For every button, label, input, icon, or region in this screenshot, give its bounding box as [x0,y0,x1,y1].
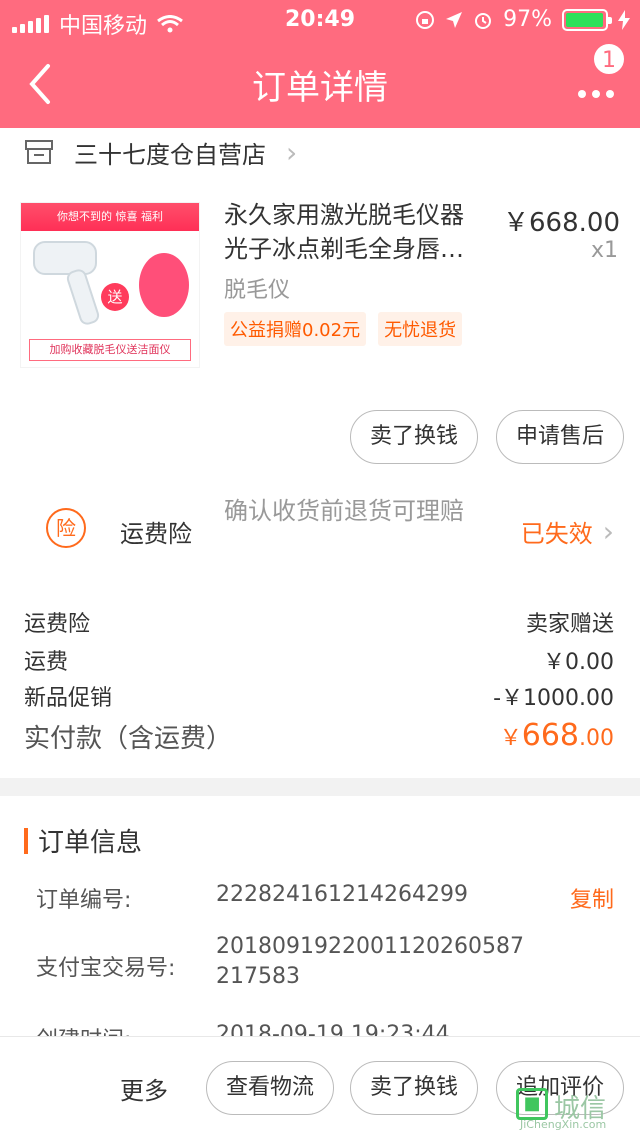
order-info-heading: 订单信息 [24,822,142,859]
summary-label: 运费 [24,650,69,675]
shop-name: 三十七度仓自营店 [74,140,266,169]
shop-icon [25,140,53,164]
device-handle-illustration [64,267,102,327]
total-amount: ￥668.00 [500,718,614,755]
more-actions-button[interactable]: 更多 [120,1071,168,1106]
summary-label: 运费险 [24,612,91,637]
alarm-icon [475,12,492,29]
image-caption: 加购收藏脱毛仪送洁面仪 [29,339,191,361]
nav-bar: 订单详情 1 [0,40,640,128]
watermark: ■ 城信 JiChengXin.com [516,1088,634,1132]
product-sku: 脱毛仪 [224,278,291,303]
product-title[interactable]: 永久家用激光脱毛仪器 光子冰点剃毛全身唇… [224,198,494,266]
view-logistics-button[interactable]: 查看物流 [206,1061,334,1115]
product-image[interactable]: 你想不到的 惊喜 福利 送 加购收藏脱毛仪送洁面仪 [20,202,200,368]
summary-row: 运费 ￥0.00 [24,644,614,676]
image-banner: 你想不到的 惊喜 福利 [21,203,199,231]
order-number-label: 订单编号: [36,888,132,913]
charging-icon [618,9,630,30]
insurance-label: 运费险 [120,520,192,548]
battery-icon [562,8,612,31]
summary-label: 新品促销 [24,686,113,711]
rotation-lock-icon [416,10,435,29]
product-price: ￥668.00 [503,208,620,238]
alipay-number-label: 支付宝交易号: [36,956,176,981]
alipay-number-line1: 2018091922001120260587 [216,934,524,959]
total-label: 实付款（含运费） [24,724,233,754]
order-number-value: 222824161214264299 [216,882,468,907]
summary-row: 新品促销 -￥1000.00 [24,680,614,712]
order-info-section: 订单信息 订单编号: 222824161214264299 复制 支付宝交易号:… [0,796,640,1036]
order-card: 三十七度仓自营店 › 你想不到的 惊喜 福利 送 加购收藏脱毛仪送洁面仪 永久家… [0,128,640,778]
created-time-value: 2018-09-19 19:23:44 [216,1022,450,1036]
total-currency: ￥ [499,726,522,751]
summary-row: 运费险 卖家赠送 [24,606,614,638]
gift-badge: 送 [101,283,129,311]
alipay-number-line2: 217583 [216,964,300,989]
free-return-tag: 无忧退货 [378,312,463,346]
insurance-description: 确认收货前退货可理赔 [224,497,464,525]
notification-badge: 1 [592,42,626,76]
copy-button[interactable]: 复制 [570,882,614,914]
after-sales-button[interactable]: 申请售后 [496,410,624,464]
product-quantity: x1 [590,238,618,263]
resell-button-bottom[interactable]: 卖了换钱 [350,1061,478,1115]
insurance-status-text: 已失效 [520,520,593,548]
heading-accent-bar [24,827,28,854]
summary-value: ￥0.00 [543,650,614,675]
battery-percent: 97% [503,7,552,32]
charity-tag: 公益捐赠0.02元 [224,312,367,346]
chevron-right-icon: › [602,515,614,548]
insurance-status[interactable]: 已失效 › [521,514,614,549]
bottom-action-bar: 更多 查看物流 卖了换钱 追加评价 ■ 城信 JiChengXin.com [0,1036,640,1136]
product-title-line1: 永久家用激光脱毛仪器 [224,201,464,229]
watermark-logo-icon: ■ [516,1088,548,1120]
watermark-subtext: JiChengXin.com [520,1118,607,1131]
summary-value: -￥1000.00 [493,686,614,711]
page-title: 订单详情 [252,68,388,108]
total-integer: 668 [521,718,579,753]
alipay-number-value: 2018091922001120260587 217583 [216,932,524,992]
status-bar: 中国移动 20:49 97% [0,0,640,40]
total-row: 实付款（含运费） ￥668.00 [24,718,614,755]
insurance-icon: 险 [46,508,86,548]
cleansing-brush-illustration [139,253,189,317]
resell-button[interactable]: 卖了换钱 [350,410,478,464]
chevron-right-icon: › [286,135,298,169]
order-info-title: 订单信息 [38,828,143,858]
total-decimal: .00 [579,726,614,751]
product-title-line2: 光子冰点剃毛全身唇… [224,235,464,263]
summary-value: 卖家赠送 [525,612,614,637]
header: 中国移动 20:49 97% 订单详情 1 [0,0,640,128]
battery-fill [566,12,603,27]
created-time-label: 创建时间: [36,1022,131,1036]
shop-row[interactable]: 三十七度仓自营店 › [24,134,297,170]
device-illustration [33,241,97,275]
location-icon [446,11,463,28]
